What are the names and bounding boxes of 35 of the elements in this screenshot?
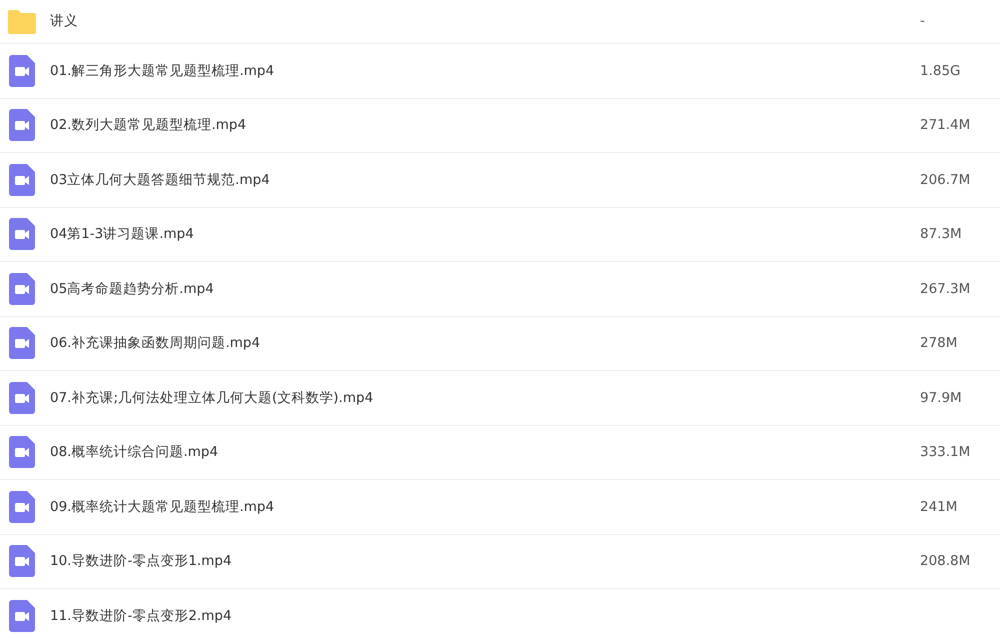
file-size: 97.9M xyxy=(920,388,963,408)
video-file-icon xyxy=(9,164,35,196)
file-name[interactable]: 04第1-3讲习题课.mp4 xyxy=(50,224,920,244)
file-name[interactable]: 07.补充课;几何法处理立体几何大题(文科数学).mp4 xyxy=(50,388,920,408)
file-name[interactable]: 10.导数进阶-零点变形1.mp4 xyxy=(50,551,920,572)
file-name[interactable]: 01.解三角形大题常见题型梳理.mp4 xyxy=(50,60,920,81)
video-file-icon xyxy=(9,327,35,360)
video-file-icon xyxy=(9,382,35,414)
file-size: 208.8M xyxy=(920,552,972,572)
file-name[interactable]: 11.导数进阶-零点变形2.mp4 xyxy=(50,606,1000,626)
file-name[interactable]: 05高考命题趋势分析.mp4 xyxy=(50,278,920,299)
file-name[interactable]: 06.补充课抽象函数周期问题.mp4 xyxy=(50,333,920,354)
video-file-icon xyxy=(9,490,35,523)
file-size: - xyxy=(920,12,926,32)
video-file-icon xyxy=(9,272,35,305)
video-file-icon xyxy=(9,436,35,468)
video-file-icon xyxy=(9,218,35,250)
file-size: 271.4M xyxy=(920,116,972,136)
file-size: 241M xyxy=(920,498,958,517)
folder-icon xyxy=(6,8,38,34)
file-size: 87.3M xyxy=(920,225,963,244)
file-size: 333.1M xyxy=(920,443,972,462)
file-name[interactable]: 08.概率统计综合问题.mp4 xyxy=(50,442,920,462)
file-size: 206.7M xyxy=(920,170,972,190)
file-name[interactable]: 讲义 xyxy=(50,11,920,32)
file-size: 267.3M xyxy=(920,280,972,299)
file-name[interactable]: 02.数列大题常见题型梳理.mp4 xyxy=(50,115,920,136)
file-name[interactable]: 03立体几何大题答题细节规范.mp4 xyxy=(50,170,920,190)
video-file-icon xyxy=(9,109,35,142)
file-size: 278M xyxy=(920,334,958,354)
video-file-icon xyxy=(9,54,35,87)
video-file-icon xyxy=(9,600,35,632)
file-size: 1.85G xyxy=(920,62,962,81)
file-name[interactable]: 09.概率统计大题常见题型梳理.mp4 xyxy=(50,496,920,517)
video-file-icon xyxy=(9,545,35,578)
